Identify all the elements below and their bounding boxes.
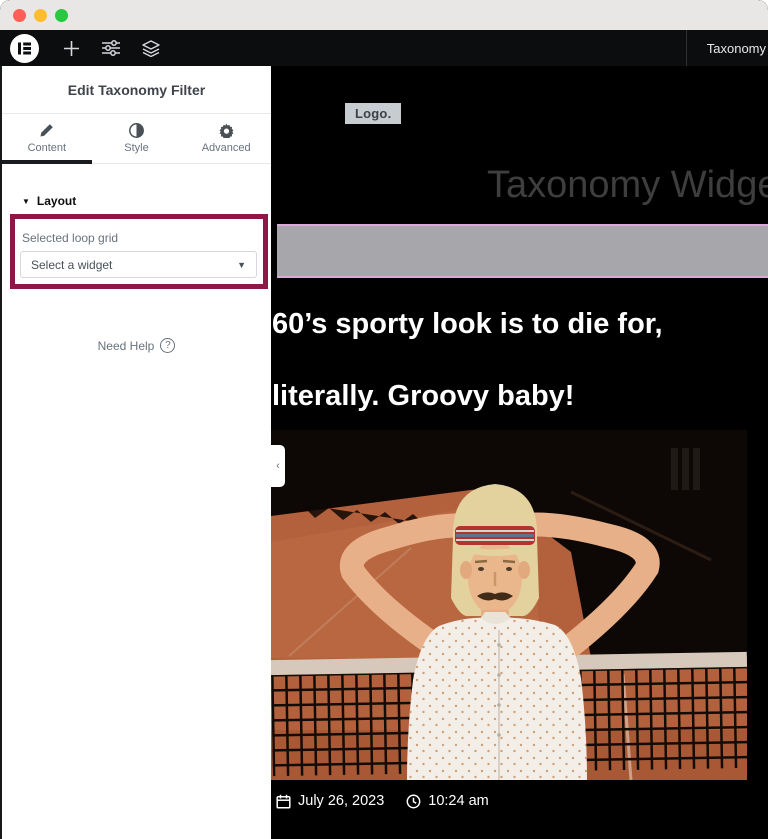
loop-grid-field-label: Selected loop grid	[22, 231, 118, 245]
editor-topbar: Taxonomy	[0, 30, 768, 66]
pencil-icon	[39, 123, 54, 138]
post-title-line-1[interactable]: 60’s sporty look is to die for,	[272, 308, 663, 341]
panel-title: Edit Taxonomy Filter	[2, 66, 271, 114]
select-caret-icon: ▼	[237, 260, 246, 270]
chevron-down-icon: ▼	[22, 197, 30, 206]
panel-collapse-handle[interactable]: ‹	[271, 445, 285, 487]
minimize-button[interactable]	[34, 9, 47, 22]
clock-icon	[406, 794, 421, 809]
post-featured-image[interactable]	[271, 430, 747, 780]
gear-icon	[219, 123, 234, 138]
panel-tabs: Content Style	[2, 114, 271, 164]
layout-section-toggle[interactable]: ▼ Layout	[22, 194, 76, 208]
tab-advanced[interactable]: Advanced	[181, 114, 271, 163]
chevron-left-icon: ‹	[276, 460, 280, 472]
post-photo-illustration	[271, 430, 747, 780]
preview-canvas: Logo. Taxonomy Widge 60’s sporty look is…	[271, 66, 768, 839]
need-help-label: Need Help	[98, 339, 155, 353]
tab-content[interactable]: Content	[2, 114, 92, 163]
widget-edit-panel: Edit Taxonomy Filter Content	[0, 66, 271, 839]
contrast-icon	[129, 123, 144, 138]
add-element-icon[interactable]	[51, 30, 91, 66]
tab-style-label: Style	[124, 142, 148, 154]
loop-grid-select-value: Select a widget	[31, 258, 112, 272]
post-title-line-2[interactable]: literally. Groovy baby!	[272, 380, 574, 413]
post-date: July 26, 2023	[298, 793, 384, 809]
tab-style[interactable]: Style	[92, 114, 182, 163]
tab-content-label: Content	[28, 142, 67, 154]
site-logo-widget[interactable]: Logo.	[345, 103, 401, 124]
close-button[interactable]	[13, 9, 26, 22]
question-mark-icon: ?	[160, 338, 175, 353]
tab-advanced-label: Advanced	[202, 142, 251, 154]
app-window: Taxonomy Edit Taxonomy Filter Content	[0, 0, 768, 839]
taxonomy-filter-bar-widget[interactable]	[277, 224, 768, 278]
calendar-icon	[276, 794, 291, 809]
zoom-button[interactable]	[55, 9, 68, 22]
page-heading-widget[interactable]: Taxonomy Widge	[487, 164, 768, 207]
layers-icon[interactable]	[131, 30, 171, 66]
elementor-logo-icon[interactable]	[10, 34, 39, 63]
post-meta[interactable]: July 26, 2023 10:24 am	[276, 793, 489, 809]
post-time: 10:24 am	[428, 793, 488, 809]
document-title: Taxonomy	[707, 41, 766, 56]
layout-section-title: Layout	[37, 194, 76, 208]
loop-grid-select[interactable]: Select a widget ▼	[20, 251, 257, 278]
settings-sliders-icon[interactable]	[91, 30, 131, 66]
titlebar	[0, 0, 768, 30]
document-switcher[interactable]: Taxonomy	[686, 30, 768, 66]
need-help-link[interactable]: Need Help ?	[2, 338, 271, 353]
